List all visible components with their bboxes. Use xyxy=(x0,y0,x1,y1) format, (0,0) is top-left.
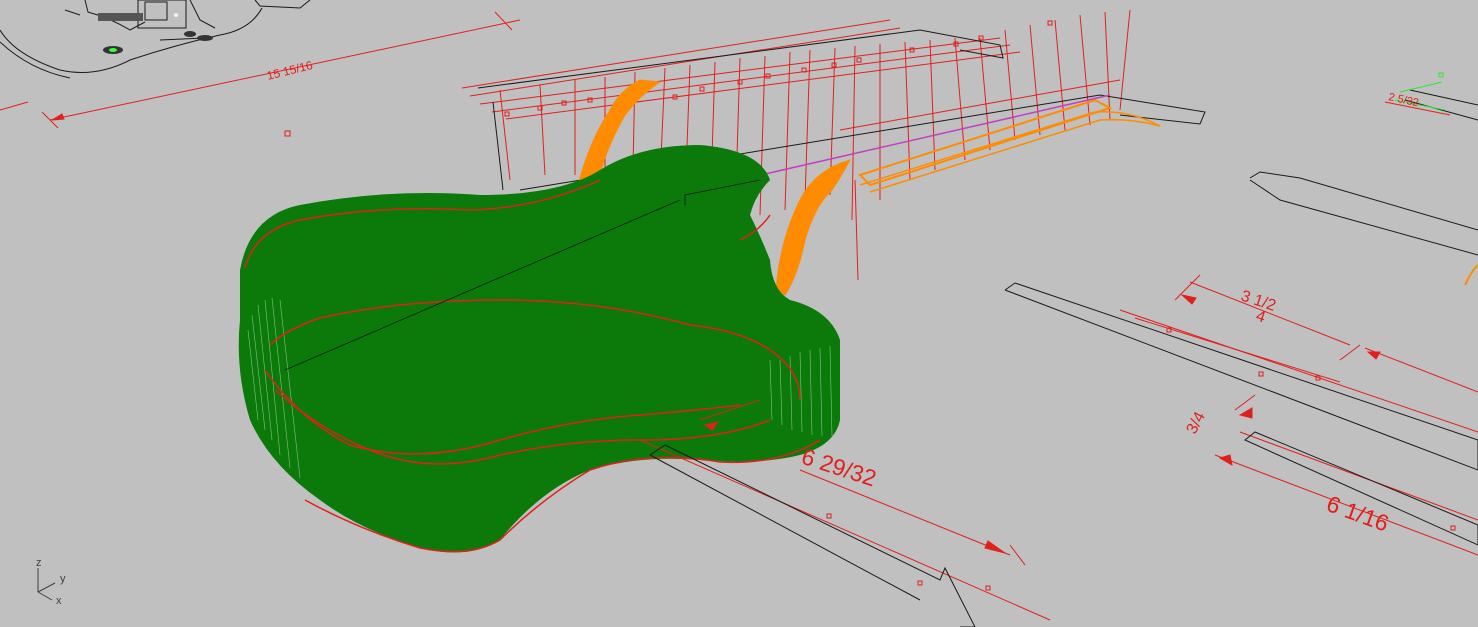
axis-y-label: y xyxy=(60,573,66,585)
axis-indicator xyxy=(37,568,56,601)
neck-dimension-lines[interactable] xyxy=(1119,274,1478,556)
guitar-body-surface[interactable] xyxy=(238,145,840,553)
overall-length-label: 15 15/16 xyxy=(265,58,314,83)
headstock-width-label: 3/4 xyxy=(1184,409,1209,437)
top-view-guitar-outline[interactable] xyxy=(0,0,311,79)
cad-scene[interactable]: 15 15/16 6 29/32 3 1/2 4 3/4 6 1/16 2 5/… xyxy=(0,0,1478,627)
body-dimension-label: 6 29/32 xyxy=(798,443,879,491)
fretboard-small-label: 2 5/32 xyxy=(1387,91,1419,109)
neck-blank-right[interactable] xyxy=(1004,171,1478,471)
control-point[interactable] xyxy=(284,130,291,137)
headstock-length-label: 6 1/16 xyxy=(1323,490,1392,536)
axis-x-label: x xyxy=(56,595,62,607)
neck-b-label: 4 xyxy=(1254,308,1268,327)
axis-z-label: z xyxy=(36,557,42,569)
perspective-viewport[interactable]: 15 15/16 6 29/32 3 1/2 4 3/4 6 1/16 2 5/… xyxy=(0,0,1478,627)
overall-length-dimension[interactable] xyxy=(0,11,521,129)
